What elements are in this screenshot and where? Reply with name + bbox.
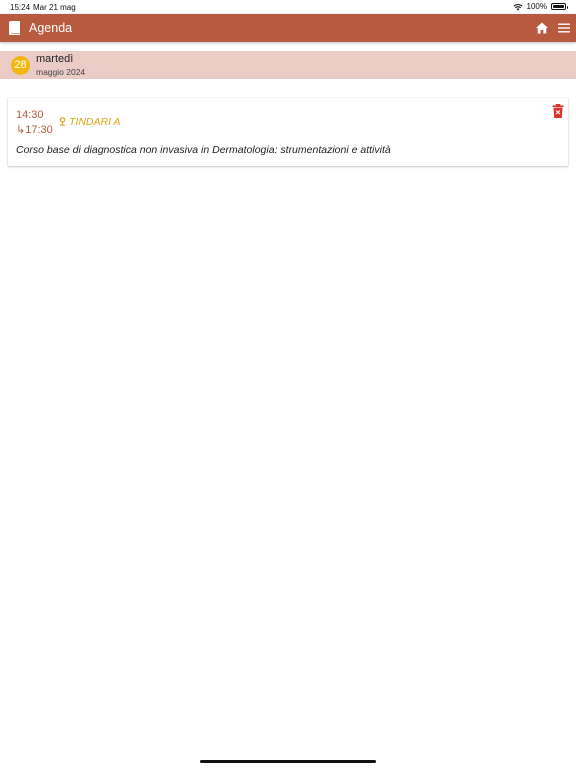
event-title: Corso base di diagnostica non invasiva i… — [16, 144, 391, 156]
event-location: TINDARI A — [69, 116, 121, 128]
home-icon[interactable] — [536, 22, 548, 34]
trash-icon[interactable] — [552, 104, 564, 118]
page-title: Agenda — [29, 21, 73, 35]
menu-icon[interactable] — [558, 23, 570, 33]
day-month-year: maggio 2024 — [36, 67, 86, 77]
battery-percent: 100% — [526, 2, 547, 11]
app-bar: Agenda — [0, 14, 576, 42]
status-indicators: 100% — [513, 2, 568, 11]
day-header: 28 martedì maggio 2024 — [0, 51, 576, 79]
home-indicator[interactable] — [200, 760, 376, 763]
book-icon[interactable] — [9, 21, 20, 35]
event-start-time: 14:30 — [16, 109, 44, 121]
event-end-time: ↳17:30 — [16, 124, 53, 136]
battery-icon — [551, 3, 568, 10]
day-number-badge: 28 — [11, 56, 30, 75]
wifi-icon — [513, 3, 523, 10]
location-pin-icon — [59, 117, 66, 126]
day-weekday: martedì — [36, 53, 74, 65]
status-date: Mar 21 mag — [33, 3, 76, 12]
event-card[interactable]: 14:30 ↳17:30 TINDARI A Corso base di dia… — [8, 98, 568, 166]
status-time: 15:24 — [10, 3, 31, 12]
status-bar: 15:24 Mar 21 mag 100% — [0, 0, 576, 14]
